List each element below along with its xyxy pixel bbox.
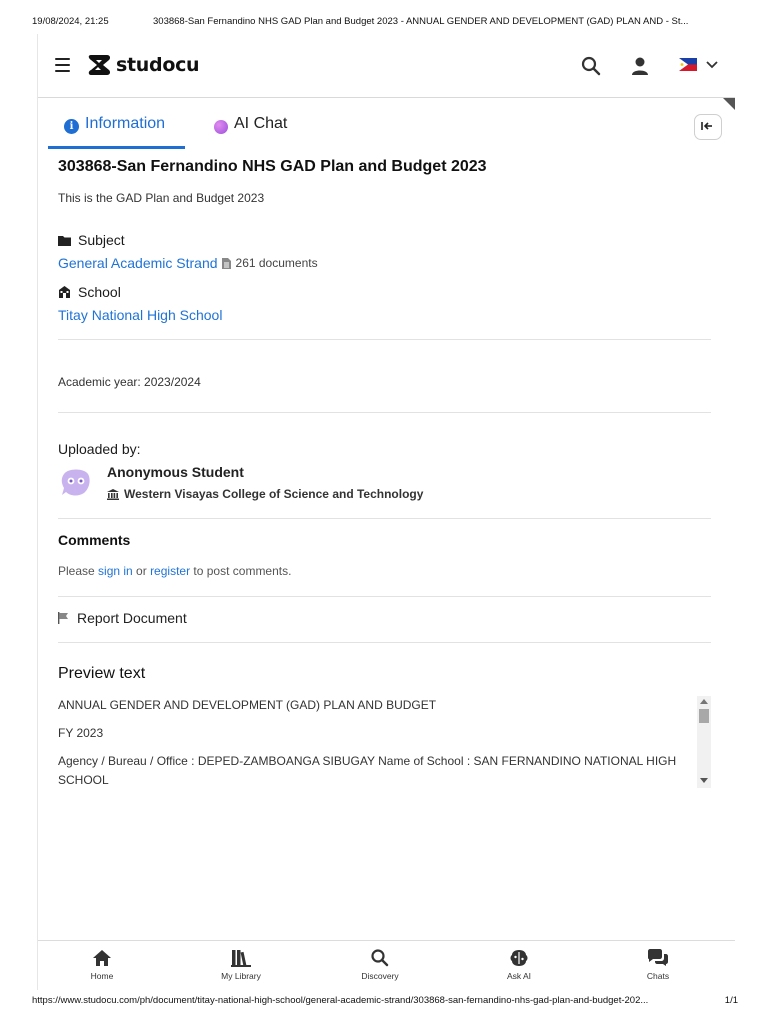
report-document-label: Report Document [77,610,187,626]
nav-chats-label: Chats [646,971,670,981]
subject-heading: Subject [58,232,125,248]
subject-link[interactable]: General Academic Strand [58,255,218,271]
preview-text-box[interactable]: ANNUAL GENDER AND DEVELOPMENT (GAD) PLAN… [58,696,711,788]
bottom-navigation: Home My Library Discovery Ask AI Chats [38,940,735,991]
scroll-up-arrow[interactable] [700,699,708,704]
nav-chats[interactable]: Chats [623,949,693,981]
search-icon[interactable] [581,56,601,76]
print-title: 303868-San Fernandino NHS GAD Plan and B… [153,16,689,27]
language-selector[interactable] [679,58,718,71]
uploaded-by-label: Uploaded by: [58,441,141,457]
nav-discovery[interactable]: Discovery [345,949,415,981]
preview-heading: Preview text [58,665,146,682]
preview-scrollbar[interactable] [697,696,711,788]
sign-in-link[interactable]: sign in [98,564,133,578]
preview-paragraph: FY 2023 [58,726,104,740]
comments-prompt: Please sign in or register to post comme… [58,564,291,578]
preview-paragraph: Agency / Bureau / Office : DEPED-ZAMBOAN… [58,754,677,787]
sidebar-tabs: i Information AI Chat [48,114,728,149]
collapse-left-icon [701,122,712,130]
top-bar: studocu [38,34,735,98]
nav-discovery-label: Discovery [361,971,399,981]
document-icon [221,257,231,269]
tab-information[interactable]: i Information [48,114,185,149]
comments-suffix: to post comments. [190,564,292,578]
anonymous-avatar [61,469,90,496]
register-link[interactable]: register [150,564,190,578]
nav-ask-ai-label: Ask AI [506,971,532,981]
discovery-search-icon [371,949,389,967]
school-label: School [78,284,121,300]
uploader-university[interactable]: Western Visayas College of Science and T… [107,487,423,501]
uploader-name[interactable]: Anonymous Student [107,464,244,480]
comments-heading: Comments [58,532,131,548]
academic-year: Academic year: 2023/2024 [58,375,201,389]
comments-prefix: Please [58,564,99,578]
nav-home-label: Home [90,971,114,981]
school-link[interactable]: Titay National High School [58,307,222,323]
preview-text: ANNUAL GENDER AND DEVELOPMENT (GAD) PLAN… [58,696,688,788]
chevron-down-icon [706,60,718,68]
nav-home[interactable]: Home [67,949,137,981]
uploader-university-text: Western Visayas College of Science and T… [124,487,424,501]
ai-orb-icon [214,120,228,134]
print-date: 19/08/2024, 21:25 [32,16,109,27]
divider [58,339,711,340]
philippines-flag-icon [679,58,697,71]
scroll-down-arrow[interactable] [700,778,708,783]
nav-ask-ai[interactable]: Ask AI [484,949,554,981]
divider [58,642,711,643]
preview-paragraph: ANNUAL GENDER AND DEVELOPMENT (GAD) PLAN… [58,698,437,712]
scroll-thumb[interactable] [699,709,709,723]
tab-information-label: Information [85,115,166,132]
subject-doc-count: 261 documents [221,256,318,270]
divider [58,412,711,413]
collapse-panel-button[interactable] [694,114,722,140]
brand-name: studocu [116,54,200,76]
studocu-logo-icon [88,55,111,75]
university-icon [107,488,119,500]
school-heading: School [58,284,121,300]
divider [58,518,711,519]
nav-my-library-label: My Library [221,971,261,981]
divider [58,596,711,597]
comments-middle: or [132,564,151,578]
tab-ai-chat-label: AI Chat [234,115,288,132]
home-icon [93,950,111,966]
document-title: 303868-San Fernandino NHS GAD Plan and B… [58,158,487,175]
user-icon[interactable] [630,56,650,76]
school-icon [59,286,70,298]
info-icon: i [64,119,79,134]
subject-label: Subject [78,232,125,248]
subject-doc-count-text: 261 documents [235,256,318,270]
report-document-button[interactable]: Report Document [58,610,187,626]
subject-row: General Academic Strand 261 documents [58,255,318,271]
studocu-logo[interactable]: studocu [87,52,200,78]
document-description: This is the GAD Plan and Budget 2023 [58,191,265,205]
library-icon [231,950,251,967]
folder-icon [58,235,71,246]
flag-icon [58,612,68,624]
ai-brain-icon [510,950,528,966]
nav-my-library[interactable]: My Library [206,949,276,981]
print-url: https://www.studocu.com/ph/document/tita… [32,995,649,1006]
corner-marker [723,98,735,110]
menu-icon[interactable] [55,58,70,72]
app-frame: studocu i Information AI Chat 303868-San… [37,34,735,991]
print-page-number: 1/1 [724,995,738,1006]
chat-bubbles-icon [648,949,668,966]
